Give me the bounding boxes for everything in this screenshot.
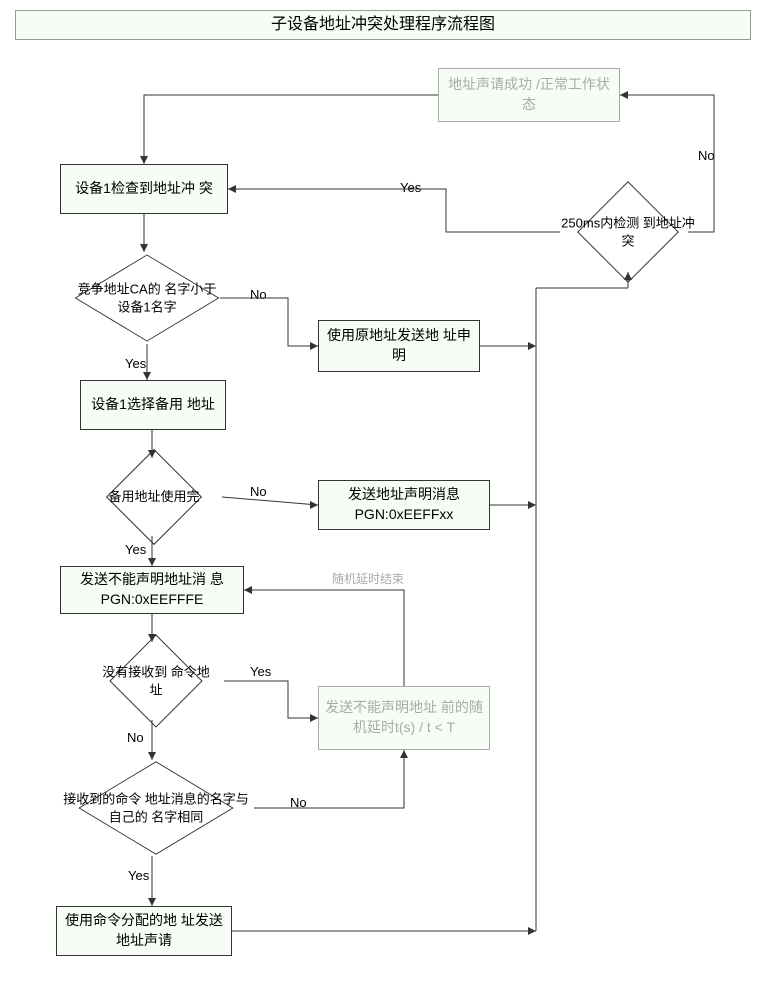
node-backup-used: 备用地址使用完 — [84, 456, 224, 538]
node-name-same-text: 接收到的命令 地址消息的名字与自己的 名字相同 — [61, 790, 251, 825]
node-no-cmd-addr: 没有接收到 命令地址 — [86, 640, 226, 722]
node-send-orig: 使用原地址发送地 址申明 — [318, 320, 480, 372]
node-use-cmd-addr: 使用命令分配的地 址发送地址声请 — [56, 906, 232, 956]
node-start: 地址声请成功 /正常工作状态 — [438, 68, 620, 122]
node-detect-conflict: 设备1检查到地址冲 突 — [60, 164, 228, 214]
label-delay-end: 随机延时结束 — [332, 570, 404, 587]
node-use-cmd-addr-text: 使用命令分配的地 址发送地址声请 — [61, 911, 227, 950]
node-250ms: 250ms内检测 到地址冲突 — [558, 190, 698, 274]
node-start-text: 地址声请成功 /正常工作状态 — [443, 75, 615, 114]
node-250ms-text: 250ms内检测 到地址冲突 — [558, 214, 698, 249]
label-no-6: No — [698, 148, 715, 163]
label-yes-4: Yes — [128, 868, 149, 883]
node-detect-conflict-text: 设备1检查到地址冲 突 — [75, 179, 213, 199]
node-no-cmd-addr-text: 没有接收到 命令地址 — [96, 663, 216, 698]
node-select-backup: 设备1选择备用 地址 — [80, 380, 226, 430]
node-random-delay-text: 发送不能声明地址 前的随机延时t(s) / t < T — [323, 698, 485, 737]
node-random-delay: 发送不能声明地址 前的随机延时t(s) / t < T — [318, 686, 490, 750]
label-yes-2: Yes — [125, 542, 146, 557]
label-yes-5: Yes — [400, 180, 421, 195]
node-cannot-claim: 发送不能声明地址消 息PGN:0xEEFFFE — [60, 566, 244, 614]
node-name-less-text: 竞争地址CA的 名字小于设备1名字 — [72, 280, 222, 315]
node-send-claim-pgn-text: 发送地址声明消息 PGN:0xEEFFxx — [323, 485, 485, 524]
node-name-same: 接收到的命令 地址消息的名字与自己的 名字相同 — [56, 758, 256, 858]
node-cannot-claim-text: 发送不能声明地址消 息PGN:0xEEFFFE — [65, 570, 239, 609]
node-send-orig-text: 使用原地址发送地 址申明 — [323, 326, 475, 365]
node-backup-used-text: 备用地址使用完 — [89, 488, 219, 506]
label-no-2: No — [250, 484, 267, 499]
label-no-1: No — [250, 287, 267, 302]
label-yes-1: Yes — [125, 356, 146, 371]
label-no-3: No — [127, 730, 144, 745]
title-text: 子设备地址冲突处理程序流程图 — [271, 16, 495, 33]
node-name-less: 竞争地址CA的 名字小于设备1名字 — [72, 250, 222, 346]
label-no-4: No — [290, 795, 307, 810]
label-yes-3: Yes — [250, 664, 271, 679]
title-bar: 子设备地址冲突处理程序流程图 — [15, 10, 751, 40]
node-send-claim-pgn: 发送地址声明消息 PGN:0xEEFFxx — [318, 480, 490, 530]
node-select-backup-text: 设备1选择备用 地址 — [91, 395, 215, 415]
